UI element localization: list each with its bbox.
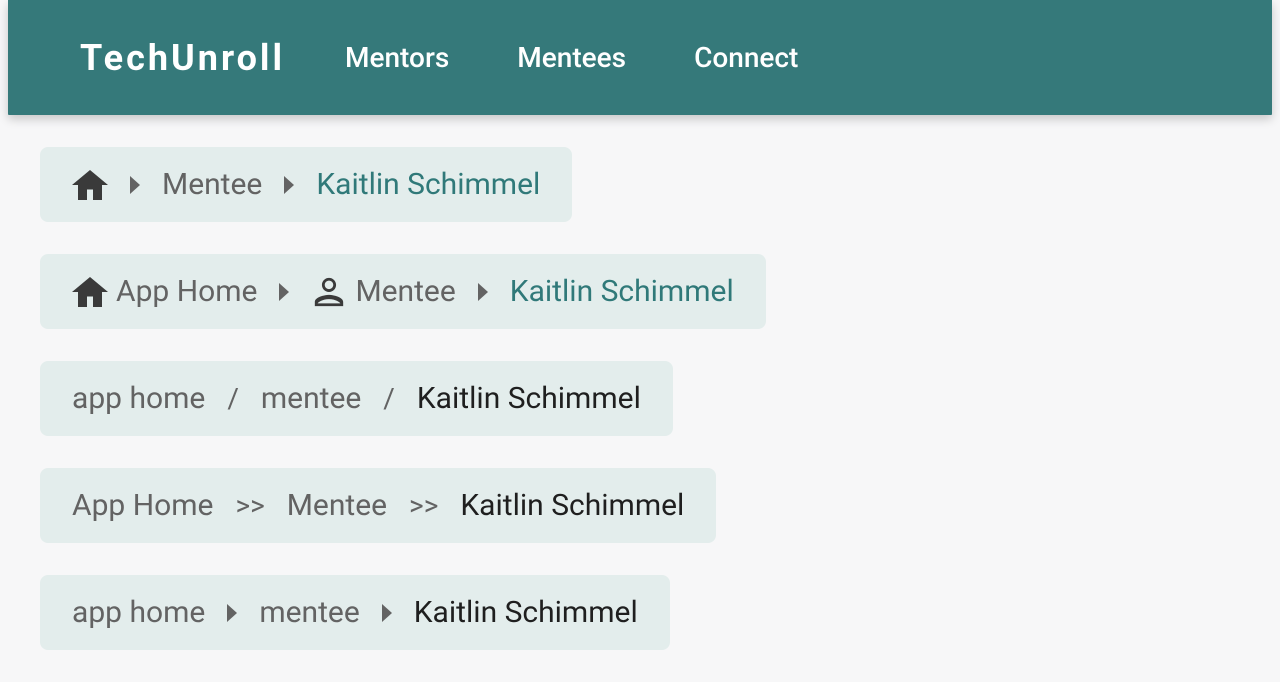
breadcrumb-separator-icon: [284, 176, 294, 194]
breadcrumb-separator-slash: /: [227, 382, 239, 415]
breadcrumb-home-label: App Home: [116, 274, 257, 309]
brand-logo[interactable]: TechUnroll: [80, 37, 285, 79]
top-nav: Mentors Mentees Connect: [345, 41, 798, 74]
breadcrumb-home[interactable]: app home: [72, 381, 205, 416]
nav-mentees[interactable]: Mentees: [517, 41, 626, 74]
breadcrumb-mentee[interactable]: Mentee: [162, 167, 262, 202]
breadcrumb-mentee[interactable]: mentee: [259, 595, 359, 630]
breadcrumb-home[interactable]: App Home: [72, 488, 213, 523]
breadcrumb-5: app home mentee Kaitlin Schimmel: [40, 575, 670, 650]
breadcrumb-2: App Home Mentee Kaitlin Schimmel: [40, 254, 766, 329]
breadcrumb-person: Kaitlin Schimmel: [510, 274, 734, 309]
app-bar: TechUnroll Mentors Mentees Connect: [8, 0, 1272, 115]
breadcrumb-person: Kaitlin Schimmel: [460, 488, 684, 523]
breadcrumb-separator-icon: [478, 283, 488, 301]
breadcrumb-separator-icon: [130, 176, 140, 194]
breadcrumb-home[interactable]: [72, 169, 108, 201]
breadcrumb-4: App Home >> Mentee >> Kaitlin Schimmel: [40, 468, 716, 543]
breadcrumb-separator-chevrons: >>: [409, 489, 438, 522]
breadcrumb-separator-chevrons: >>: [235, 489, 264, 522]
breadcrumb-person: Kaitlin Schimmel: [316, 167, 540, 202]
home-icon: [72, 169, 108, 201]
breadcrumb-home[interactable]: app home: [72, 595, 205, 630]
breadcrumb-mentee-label: Mentee: [355, 274, 455, 309]
breadcrumb-separator-slash: /: [383, 382, 395, 415]
nav-connect[interactable]: Connect: [694, 41, 798, 74]
breadcrumb-separator-icon: [279, 283, 289, 301]
breadcrumb-mentee[interactable]: Mentee: [311, 274, 455, 309]
breadcrumb-person: Kaitlin Schimmel: [417, 381, 641, 416]
breadcrumb-person: Kaitlin Schimmel: [414, 595, 638, 630]
nav-mentors[interactable]: Mentors: [345, 41, 449, 74]
content-area: Mentee Kaitlin Schimmel App Home Mentee …: [0, 115, 1280, 682]
breadcrumb-mentee[interactable]: Mentee: [287, 488, 387, 523]
person-icon: [311, 275, 347, 309]
breadcrumb-home[interactable]: App Home: [72, 274, 257, 309]
breadcrumb-mentee[interactable]: mentee: [261, 381, 361, 416]
breadcrumb-separator-icon: [382, 604, 392, 622]
breadcrumb-3: app home / mentee / Kaitlin Schimmel: [40, 361, 673, 436]
home-icon: [72, 276, 108, 308]
breadcrumb-1: Mentee Kaitlin Schimmel: [40, 147, 572, 222]
breadcrumb-separator-icon: [227, 604, 237, 622]
